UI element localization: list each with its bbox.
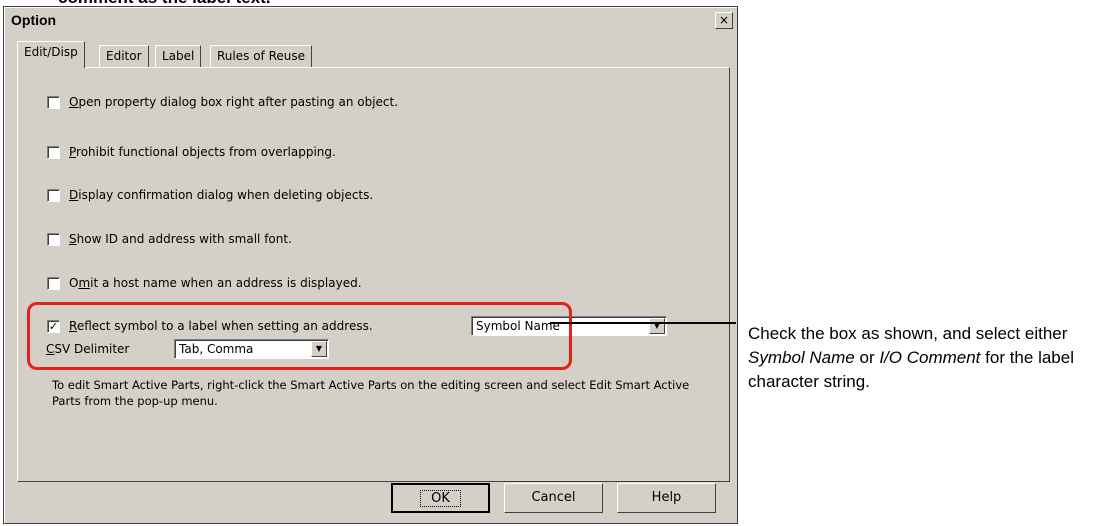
option-prohibit-overlapping[interactable]: Prohibit functional objects from overlap… <box>47 145 336 159</box>
checkbox[interactable] <box>47 95 60 109</box>
label-source-select[interactable]: Symbol Name ▼ <box>471 316 667 336</box>
label-source-value: Symbol Name <box>476 319 560 333</box>
callout-text: Check the box as shown, and select eithe… <box>748 324 1074 391</box>
csv-delimiter-value: Tab, Comma <box>179 342 254 356</box>
option-open-property-dialog[interactable]: Open property dialog box right after pas… <box>47 95 398 109</box>
option-omit-host-name[interactable]: Omit a host name when an address is disp… <box>47 276 362 290</box>
checkmark-icon: ✓ <box>48 319 59 333</box>
info-text: To edit Smart Active Parts, right-click … <box>52 378 690 408</box>
option-dialog: Option × Edit/Disp Editor Label Rules of… <box>3 6 738 524</box>
tab-label[interactable]: Label <box>155 45 202 67</box>
option-small-font[interactable]: Show ID and address with small font. <box>47 232 292 246</box>
option-label: Reflect symbol to a label when setting a… <box>69 319 373 333</box>
option-label: Prohibit functional objects from overlap… <box>69 145 336 159</box>
tab-panel <box>17 67 730 482</box>
chevron-down-icon[interactable]: ▼ <box>311 341 327 357</box>
option-reflect-symbol[interactable]: ✓ Reflect symbol to a label when setting… <box>47 319 373 333</box>
option-confirm-delete[interactable]: Display confirmation dialog when deletin… <box>47 188 373 202</box>
callout-line <box>550 322 736 324</box>
cancel-button[interactable]: Cancel <box>504 483 603 513</box>
option-label: Show ID and address with small font. <box>69 232 292 246</box>
tab-editor[interactable]: Editor <box>99 45 149 67</box>
checkbox[interactable] <box>47 188 60 202</box>
option-label: Open property dialog box right after pas… <box>69 95 399 109</box>
close-button[interactable]: × <box>715 12 733 29</box>
tab-edit-disp[interactable]: Edit/Disp <box>17 41 85 68</box>
option-label: Omit a host name when an address is disp… <box>69 276 362 290</box>
help-button[interactable]: Help <box>617 483 716 513</box>
chevron-down-icon[interactable]: ▼ <box>649 318 665 334</box>
csv-delimiter-label: CSV Delimiter <box>46 342 130 356</box>
csv-delimiter-select[interactable]: Tab, Comma ▼ <box>174 339 329 359</box>
checkbox[interactable] <box>47 145 60 159</box>
checkbox-checked[interactable]: ✓ <box>47 319 60 333</box>
ok-button[interactable]: OK <box>391 483 490 513</box>
checkbox[interactable] <box>47 276 60 290</box>
window-title: Option <box>11 12 57 28</box>
option-label: Display confirmation dialog when deletin… <box>69 188 374 202</box>
tab-rules-of-reuse[interactable]: Rules of Reuse <box>210 45 312 67</box>
checkbox[interactable] <box>47 232 60 246</box>
close-icon: × <box>718 13 730 27</box>
title-bar[interactable]: Option × <box>6 9 735 31</box>
